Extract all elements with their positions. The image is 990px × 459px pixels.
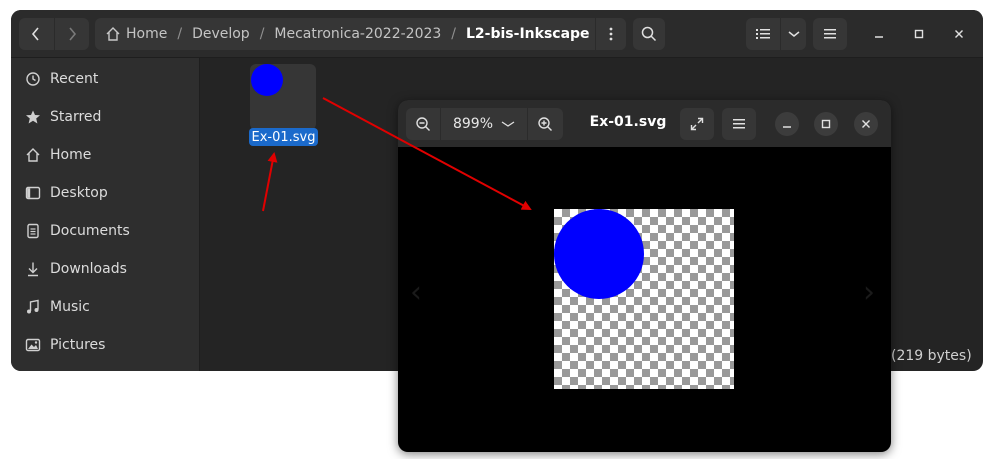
- status-text: (219 bytes): [891, 348, 972, 364]
- image-canvas: [554, 209, 734, 389]
- desktop-icon: [25, 185, 41, 201]
- sidebar-item-label: Music: [50, 299, 90, 315]
- sidebar-item-label: Desktop: [50, 185, 108, 201]
- sidebar-item-label: Downloads: [50, 261, 127, 277]
- path-separator: /: [451, 26, 457, 42]
- sidebar-item-label: Starred: [50, 109, 102, 125]
- path-crumb-current[interactable]: L2-bis-Inkscape: [466, 26, 590, 42]
- home-icon: [105, 26, 121, 42]
- hamburger-icon: [824, 29, 836, 39]
- list-view-button[interactable]: [746, 18, 780, 50]
- download-icon: [25, 261, 41, 277]
- document-icon: [25, 223, 41, 239]
- sidebar-item-desktop[interactable]: Desktop: [25, 178, 108, 208]
- zoom-controls: 899%: [406, 108, 563, 140]
- sidebar-item-starred[interactable]: Starred: [25, 102, 101, 132]
- previous-image-icon[interactable]: ‹: [410, 275, 422, 310]
- sidebar-item-label: Pictures: [50, 337, 106, 353]
- fullscreen-button[interactable]: [680, 108, 714, 140]
- search-icon: [641, 26, 657, 42]
- viewer-minimize-button[interactable]: [775, 112, 799, 136]
- maximize-icon: [914, 29, 924, 39]
- viewer-menu-button[interactable]: [722, 108, 756, 140]
- minimize-button[interactable]: [867, 22, 891, 46]
- sidebar-item-label: Home: [50, 147, 92, 163]
- zoom-out-icon: [416, 117, 430, 131]
- file-name-label[interactable]: Ex-01.svg: [249, 128, 318, 146]
- sidebar-item-recent[interactable]: Recent: [25, 64, 98, 94]
- maximize-icon: [821, 119, 831, 129]
- clock-icon: [25, 71, 41, 87]
- path-separator: /: [177, 26, 183, 42]
- zoom-out-button[interactable]: [406, 108, 440, 140]
- close-icon: [955, 30, 963, 38]
- files-headerbar: Home / Develop / Mecatronica-2022-2023 /…: [11, 10, 983, 58]
- picture-icon: [25, 337, 41, 353]
- sidebar-item-music[interactable]: Music: [25, 292, 90, 322]
- minimize-icon: [783, 126, 791, 128]
- sidebar-item-pictures[interactable]: Pictures: [25, 330, 105, 360]
- file-thumbnail[interactable]: [251, 64, 283, 96]
- fullscreen-icon: [690, 117, 704, 131]
- sidebar-item-documents[interactable]: Documents: [25, 216, 130, 246]
- zoom-in-icon: [538, 117, 552, 131]
- maximize-button[interactable]: [907, 22, 931, 46]
- chevron-down-icon: [788, 31, 799, 37]
- sidebar-item-label: Documents: [50, 223, 130, 239]
- viewer-close-button[interactable]: [854, 112, 878, 136]
- music-icon: [25, 299, 41, 315]
- svg-circle-shape: [554, 209, 644, 299]
- hamburger-icon: [733, 119, 745, 129]
- view-dropdown-button[interactable]: [781, 18, 806, 50]
- zoom-level-dropdown[interactable]: 899%: [440, 108, 528, 140]
- next-image-icon[interactable]: ›: [863, 275, 875, 310]
- chevron-down-icon: [501, 121, 515, 127]
- sidebar-item-downloads[interactable]: Downloads: [25, 254, 127, 284]
- viewer-headerbar: 899% Ex-01.svg: [398, 100, 891, 147]
- view-options-group: [746, 18, 806, 50]
- back-button[interactable]: [19, 18, 54, 50]
- viewer-title: Ex-01.svg: [589, 114, 667, 130]
- navigation-group: [19, 18, 89, 50]
- path-crumb-mecatronica[interactable]: Mecatronica-2022-2023: [274, 26, 441, 42]
- search-button[interactable]: [633, 18, 665, 50]
- sidebar-item-home[interactable]: Home: [25, 140, 91, 170]
- path-bar: Home / Develop / Mecatronica-2022-2023 /…: [95, 18, 626, 50]
- close-button[interactable]: [947, 22, 971, 46]
- zoom-level-value: 899%: [452, 116, 494, 132]
- viewer-maximize-button[interactable]: [814, 112, 838, 136]
- star-icon: [25, 109, 41, 125]
- main-menu-button[interactable]: [813, 18, 847, 50]
- path-separator: /: [259, 26, 265, 42]
- home-icon: [25, 147, 41, 163]
- zoom-in-button[interactable]: [528, 108, 562, 140]
- list-view-icon: [756, 29, 770, 39]
- forward-button[interactable]: [54, 18, 89, 50]
- path-crumb-develop[interactable]: Develop: [192, 26, 250, 42]
- path-crumb-home[interactable]: Home: [126, 26, 167, 42]
- image-viewer-window: 899% Ex-01.svg ‹ ›: [398, 100, 891, 452]
- close-icon: [862, 120, 870, 128]
- folder-menu-button[interactable]: [595, 18, 626, 50]
- minimize-icon: [875, 36, 883, 38]
- sidebar: Recent Starred Home Desktop Documents Do…: [11, 58, 200, 371]
- sidebar-item-label: Recent: [50, 71, 99, 87]
